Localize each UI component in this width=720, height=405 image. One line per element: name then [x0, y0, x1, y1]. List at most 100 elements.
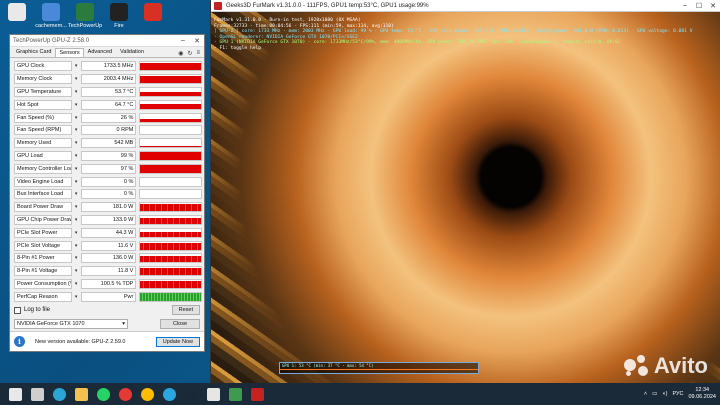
chevron-down-icon[interactable]: ▾	[72, 153, 81, 159]
gpu-select-value: NVIDIA GeForce GTX 1070	[17, 321, 85, 328]
sensor-graph	[139, 176, 202, 187]
sensor-value: 64.7 °C	[80, 99, 137, 110]
chevron-down-icon[interactable]: ▾	[72, 255, 81, 261]
chevron-down-icon[interactable]: ▾	[72, 127, 81, 133]
search-taskbar-icon[interactable]	[26, 383, 48, 405]
tab-advanced[interactable]: Advanced	[84, 47, 116, 57]
chevron-down-icon[interactable]: ▾	[72, 217, 81, 223]
sensor-graph-fill	[140, 76, 201, 84]
whatsapp-taskbar-icon[interactable]	[92, 383, 114, 405]
epic-taskbar-icon[interactable]	[202, 383, 224, 405]
close-button[interactable]: Close	[160, 319, 200, 330]
sensor-name: Video Engine Load	[14, 176, 72, 187]
chevron-down-icon[interactable]: ▾	[72, 115, 81, 121]
sensor-value: 11.8 V	[80, 266, 137, 277]
chevron-down-icon[interactable]: ▾	[72, 281, 81, 287]
language-indicator[interactable]: РУС	[672, 391, 683, 397]
chevron-up-icon[interactable]: ˄	[644, 391, 647, 397]
furmark-titlebar[interactable]: Geeks3D FurMark v1.31.0.0 - 111FPS, GPU1…	[211, 0, 720, 12]
update-now-button[interactable]: Update Now	[155, 336, 200, 347]
gpu-select[interactable]: NVIDIA GeForce GTX 1070 ▾	[14, 319, 128, 330]
sensor-name: Fan Speed (RPM)	[14, 125, 72, 136]
app-icon	[144, 3, 162, 21]
menu-icon[interactable]: ≡	[196, 50, 200, 57]
sensor-row: Memory Clock ▾ 2003.4 MHz	[14, 73, 202, 86]
sensor-value: 133.9 W	[80, 214, 137, 225]
sensor-graph-fill	[140, 145, 201, 148]
sensor-graph	[139, 202, 202, 213]
gpuz-tabs: Graphics Card Sensors Advanced Validation ◉…	[10, 47, 204, 58]
temperature-graph-label: GPU 1: 53 °C (min: 37 °C - max: 54 °C)	[282, 363, 374, 368]
chevron-down-icon[interactable]: ▾	[72, 204, 81, 210]
sensor-graph	[139, 214, 202, 225]
tab-sensors[interactable]: Sensors	[55, 48, 84, 57]
log-to-file-checkbox[interactable]	[14, 306, 21, 314]
log-to-file-label: Log to file	[24, 307, 51, 314]
avito-watermark: Avito	[623, 353, 708, 379]
sensor-row: Fan Speed (RPM) ▾ 0 RPM	[14, 124, 202, 137]
sensor-name: PerfCap Reason	[14, 291, 72, 302]
chrome-icon	[140, 387, 154, 401]
sensor-row: 8-Pin #1 Power ▾ 136.0 W	[14, 252, 202, 265]
tab-graphics-card[interactable]: Graphics Card	[12, 47, 55, 57]
camera-icon[interactable]: ◉	[178, 50, 183, 57]
clock[interactable]: 12:34 09.06.2024	[688, 387, 716, 401]
yandex-taskbar-icon[interactable]	[114, 383, 136, 405]
chevron-down-icon[interactable]: ▾	[72, 268, 81, 274]
avito-logo-icon	[623, 355, 650, 377]
sensor-name: GPU Temperature	[14, 86, 72, 97]
edge-taskbar-icon[interactable]	[48, 383, 70, 405]
chevron-down-icon[interactable]: ▾	[72, 63, 81, 69]
chevron-down-icon[interactable]: ▾	[72, 166, 81, 172]
explorer-taskbar-icon[interactable]	[70, 383, 92, 405]
gpuz-titlebar[interactable]: TechPowerUp GPU-Z 2.58.0 – ✕	[10, 35, 204, 47]
sensor-name: PCIe Slot Power	[14, 227, 72, 238]
sensor-graph	[139, 125, 202, 136]
desktop-icon[interactable]: Fire	[102, 0, 136, 36]
sensor-row: GPU Load ▾ 99 %	[14, 150, 202, 163]
windows-start-taskbar-icon[interactable]	[4, 383, 26, 405]
sensor-graph	[139, 253, 202, 264]
info-icon: i	[14, 336, 25, 347]
desktop-icon[interactable]	[136, 0, 170, 36]
chevron-down-icon[interactable]: ▾	[72, 179, 81, 185]
search-icon	[30, 387, 44, 401]
network-icon[interactable]: ▭	[652, 391, 657, 397]
minimize-icon[interactable]: –	[176, 35, 190, 47]
chevron-down-icon[interactable]: ▾	[72, 76, 81, 82]
steam-taskbar-icon[interactable]	[180, 383, 202, 405]
sensor-value: 100.5 % TDP	[80, 278, 137, 289]
sensor-graph-fill	[140, 104, 201, 109]
furmark-icon	[250, 387, 264, 401]
volume-icon[interactable]: ◖)	[662, 391, 667, 397]
reset-button[interactable]: Reset	[171, 305, 200, 316]
desktop-icon[interactable]: TechPowerUp	[68, 0, 102, 36]
desktop-icon[interactable]: cachemem...	[34, 0, 68, 36]
sensor-graph-fill	[140, 165, 201, 173]
telegram-taskbar-icon[interactable]	[158, 383, 180, 405]
sensor-name: Hot Spot	[14, 99, 72, 110]
chevron-down-icon[interactable]: ▾	[72, 243, 81, 249]
chevron-down-icon[interactable]: ▾	[72, 191, 81, 197]
minimize-icon[interactable]: –	[678, 0, 692, 12]
chevron-down-icon[interactable]: ▾	[72, 102, 81, 108]
gpuz-window: TechPowerUp GPU-Z 2.58.0 – ✕ Graphics Ca…	[9, 34, 205, 352]
chrome-taskbar-icon[interactable]	[136, 383, 158, 405]
chevron-down-icon[interactable]: ▾	[72, 230, 81, 236]
chevron-down-icon[interactable]: ▾	[72, 89, 81, 95]
maximize-icon[interactable]: ☐	[692, 0, 706, 12]
chevron-down-icon[interactable]: ▾	[72, 140, 81, 146]
tab-validation[interactable]: Validation	[116, 47, 148, 57]
chevron-down-icon[interactable]: ▾	[72, 294, 81, 300]
sensor-value: 1733.5 MHz	[80, 61, 137, 72]
close-icon[interactable]: ✕	[706, 0, 720, 12]
desktop-icon[interactable]	[0, 0, 34, 36]
furmark-taskbar-icon[interactable]	[246, 383, 268, 405]
app-icon	[8, 3, 26, 21]
sensor-graph-fill	[140, 255, 201, 263]
sensor-value: 0 %	[80, 189, 137, 200]
gpuz-taskbar-icon[interactable]	[224, 383, 246, 405]
tab-icons: ◉ ↻ ≡	[178, 50, 204, 57]
close-icon[interactable]: ✕	[190, 35, 204, 47]
refresh-icon[interactable]: ↻	[187, 50, 192, 57]
